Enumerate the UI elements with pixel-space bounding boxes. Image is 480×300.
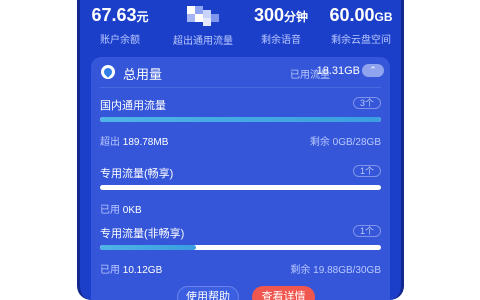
left-value: 189.78MB [122,137,169,148]
stat-balance[interactable]: 67.63元 账户余额 [90,4,150,46]
progress-bar [100,185,381,190]
stat-voice-unit: 分钟 [284,10,309,24]
usage-row-general[interactable]: 国内通用流量 3个 超出 189.78MB 剩余 0GB/28GB [100,97,381,153]
count-badge: 3个 [352,97,381,109]
count-badge: 1个 [352,225,381,237]
stat-overage[interactable]: 超出通用流量 [166,4,240,47]
right-value: 19.88GB/30GB [313,265,381,276]
help-button[interactable]: 使用帮助 [177,286,239,300]
right-label: 剩余 [290,265,311,276]
left-value: 10.12GB [122,265,163,276]
phone-screen: 67.63元 账户余额 超出通用流量 300分钟 剩余语音 60.00GB 剩余… [77,0,404,300]
row-left-detail: 已用 10.12GB [100,261,162,276]
row-title: 专用流量(非畅享) [100,228,185,240]
chevron-up-icon[interactable]: ⌃ [362,64,384,77]
stat-cloud[interactable]: 60.00GB 剩余云盘空间 [322,4,400,46]
left-label: 已用 [100,205,120,216]
row-left-detail: 超出 189.78MB [100,133,168,148]
count-badge: 1个 [352,165,381,177]
progress-fill [100,117,381,122]
stat-voice[interactable]: 300分钟 剩余语音 [246,4,316,46]
row-right-detail: 剩余 0GB/28GB [310,133,381,148]
left-label: 超出 [100,137,120,148]
droplet-icon [101,65,115,79]
row-left-detail: 已用 0KB [100,201,142,216]
stat-balance-value: 67.63 [91,5,137,25]
row-title: 专用流量(畅享) [100,168,174,180]
progress-bar [100,245,381,250]
usage-row-unlimited[interactable]: 专用流量(畅享) 1个 已用 0KB [100,165,381,216]
stat-cloud-unit: GB [374,10,393,24]
mosaic-redaction [183,4,223,26]
usage-panel: 总用量 已用流量 18.31GB ⌃ 国内通用流量 3个 超出 189.78MB… [91,57,390,300]
view-details-button[interactable]: 查看详情 [252,286,315,300]
row-right-detail: 剩余 19.88GB/30GB [290,261,381,276]
left-label: 已用 [100,265,120,276]
usage-row-limited[interactable]: 专用流量(非畅享) 1个 已用 10.12GB 剩余 19.88GB/30GB [100,225,381,281]
stat-voice-value: 300 [253,5,285,25]
divider [100,87,381,88]
stat-balance-label: 账户余额 [100,35,140,46]
usage-panel-header[interactable]: 总用量 已用流量 18.31GB ⌃ [91,57,390,85]
stat-cloud-value: 60.00 [329,5,375,25]
used-value: 18.31GB [316,65,360,77]
stat-overage-label: 超出通用流量 [173,36,233,47]
stat-voice-label: 剩余语音 [261,35,301,46]
stat-balance-unit: 元 [136,10,149,24]
row-title: 国内通用流量 [100,100,166,112]
stat-cloud-label: 剩余云盘空间 [331,35,391,46]
right-value: 0GB/28GB [332,137,381,148]
stats-bar: 67.63元 账户余额 超出通用流量 300分钟 剩余语音 60.00GB 剩余… [80,0,401,54]
progress-fill [100,245,196,250]
progress-bar [100,117,381,122]
right-label: 剩余 [309,137,330,148]
left-value: 0KB [122,205,142,216]
panel-title: 总用量 [123,67,163,82]
